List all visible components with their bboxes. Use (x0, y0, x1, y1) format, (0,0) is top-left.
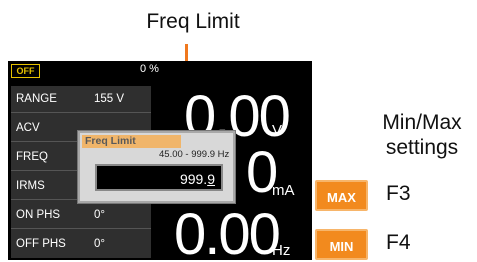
param-name: FREQ (16, 151, 48, 163)
param-name: OFF PHS (16, 238, 66, 250)
freq-limit-dialog: Freq Limit 45.00 - 999.9 Hz 999.9 (78, 131, 235, 203)
voltage-unit: V (272, 122, 283, 139)
param-row-range[interactable]: RANGE 155 V (11, 86, 151, 113)
minmax-label-line2: settings (385, 136, 459, 159)
param-row-off-phase[interactable]: OFF PHS 0° (11, 231, 151, 257)
current-unit: mA (272, 182, 295, 199)
freq-limit-value: 999. (179, 171, 208, 187)
minmax-label-line1: Min/Max (382, 111, 462, 134)
param-value: 0° (94, 209, 105, 221)
dialog-range: 45.00 - 999.9 Hz (159, 149, 230, 160)
status-bar: OFF 0 % (8, 61, 312, 79)
param-name: IRMS (16, 180, 45, 192)
param-name: ACV (16, 122, 40, 134)
min-button[interactable]: MIN (315, 229, 368, 260)
freq-limit-input[interactable]: 999.9 (95, 164, 223, 191)
param-value: 0° (94, 238, 105, 250)
edit-cursor-digit: 9 (207, 171, 215, 187)
freq-limit-callout: Freq Limit (146, 10, 240, 33)
f4-key-label: F4 (386, 231, 411, 254)
dialog-title: Freq Limit (82, 135, 181, 148)
f3-key-label: F3 (386, 182, 411, 205)
output-state-badge: OFF (11, 64, 40, 78)
max-button[interactable]: MAX (315, 180, 368, 211)
param-row-on-phase[interactable]: ON PHS 0° (11, 202, 151, 229)
frequency-reading: 0.00 (174, 202, 281, 261)
param-name: RANGE (16, 93, 57, 105)
minmax-settings-callout: Min/Max settings (374, 110, 470, 160)
param-name: ON PHS (16, 209, 61, 221)
frequency-unit: Hz (272, 242, 291, 259)
output-percent: 0 % (140, 63, 159, 75)
device-screen: OFF 0 % RANGE 155 V ACV FREQ IRMS ON PHS… (8, 61, 312, 260)
param-value: 155 V (94, 93, 125, 105)
